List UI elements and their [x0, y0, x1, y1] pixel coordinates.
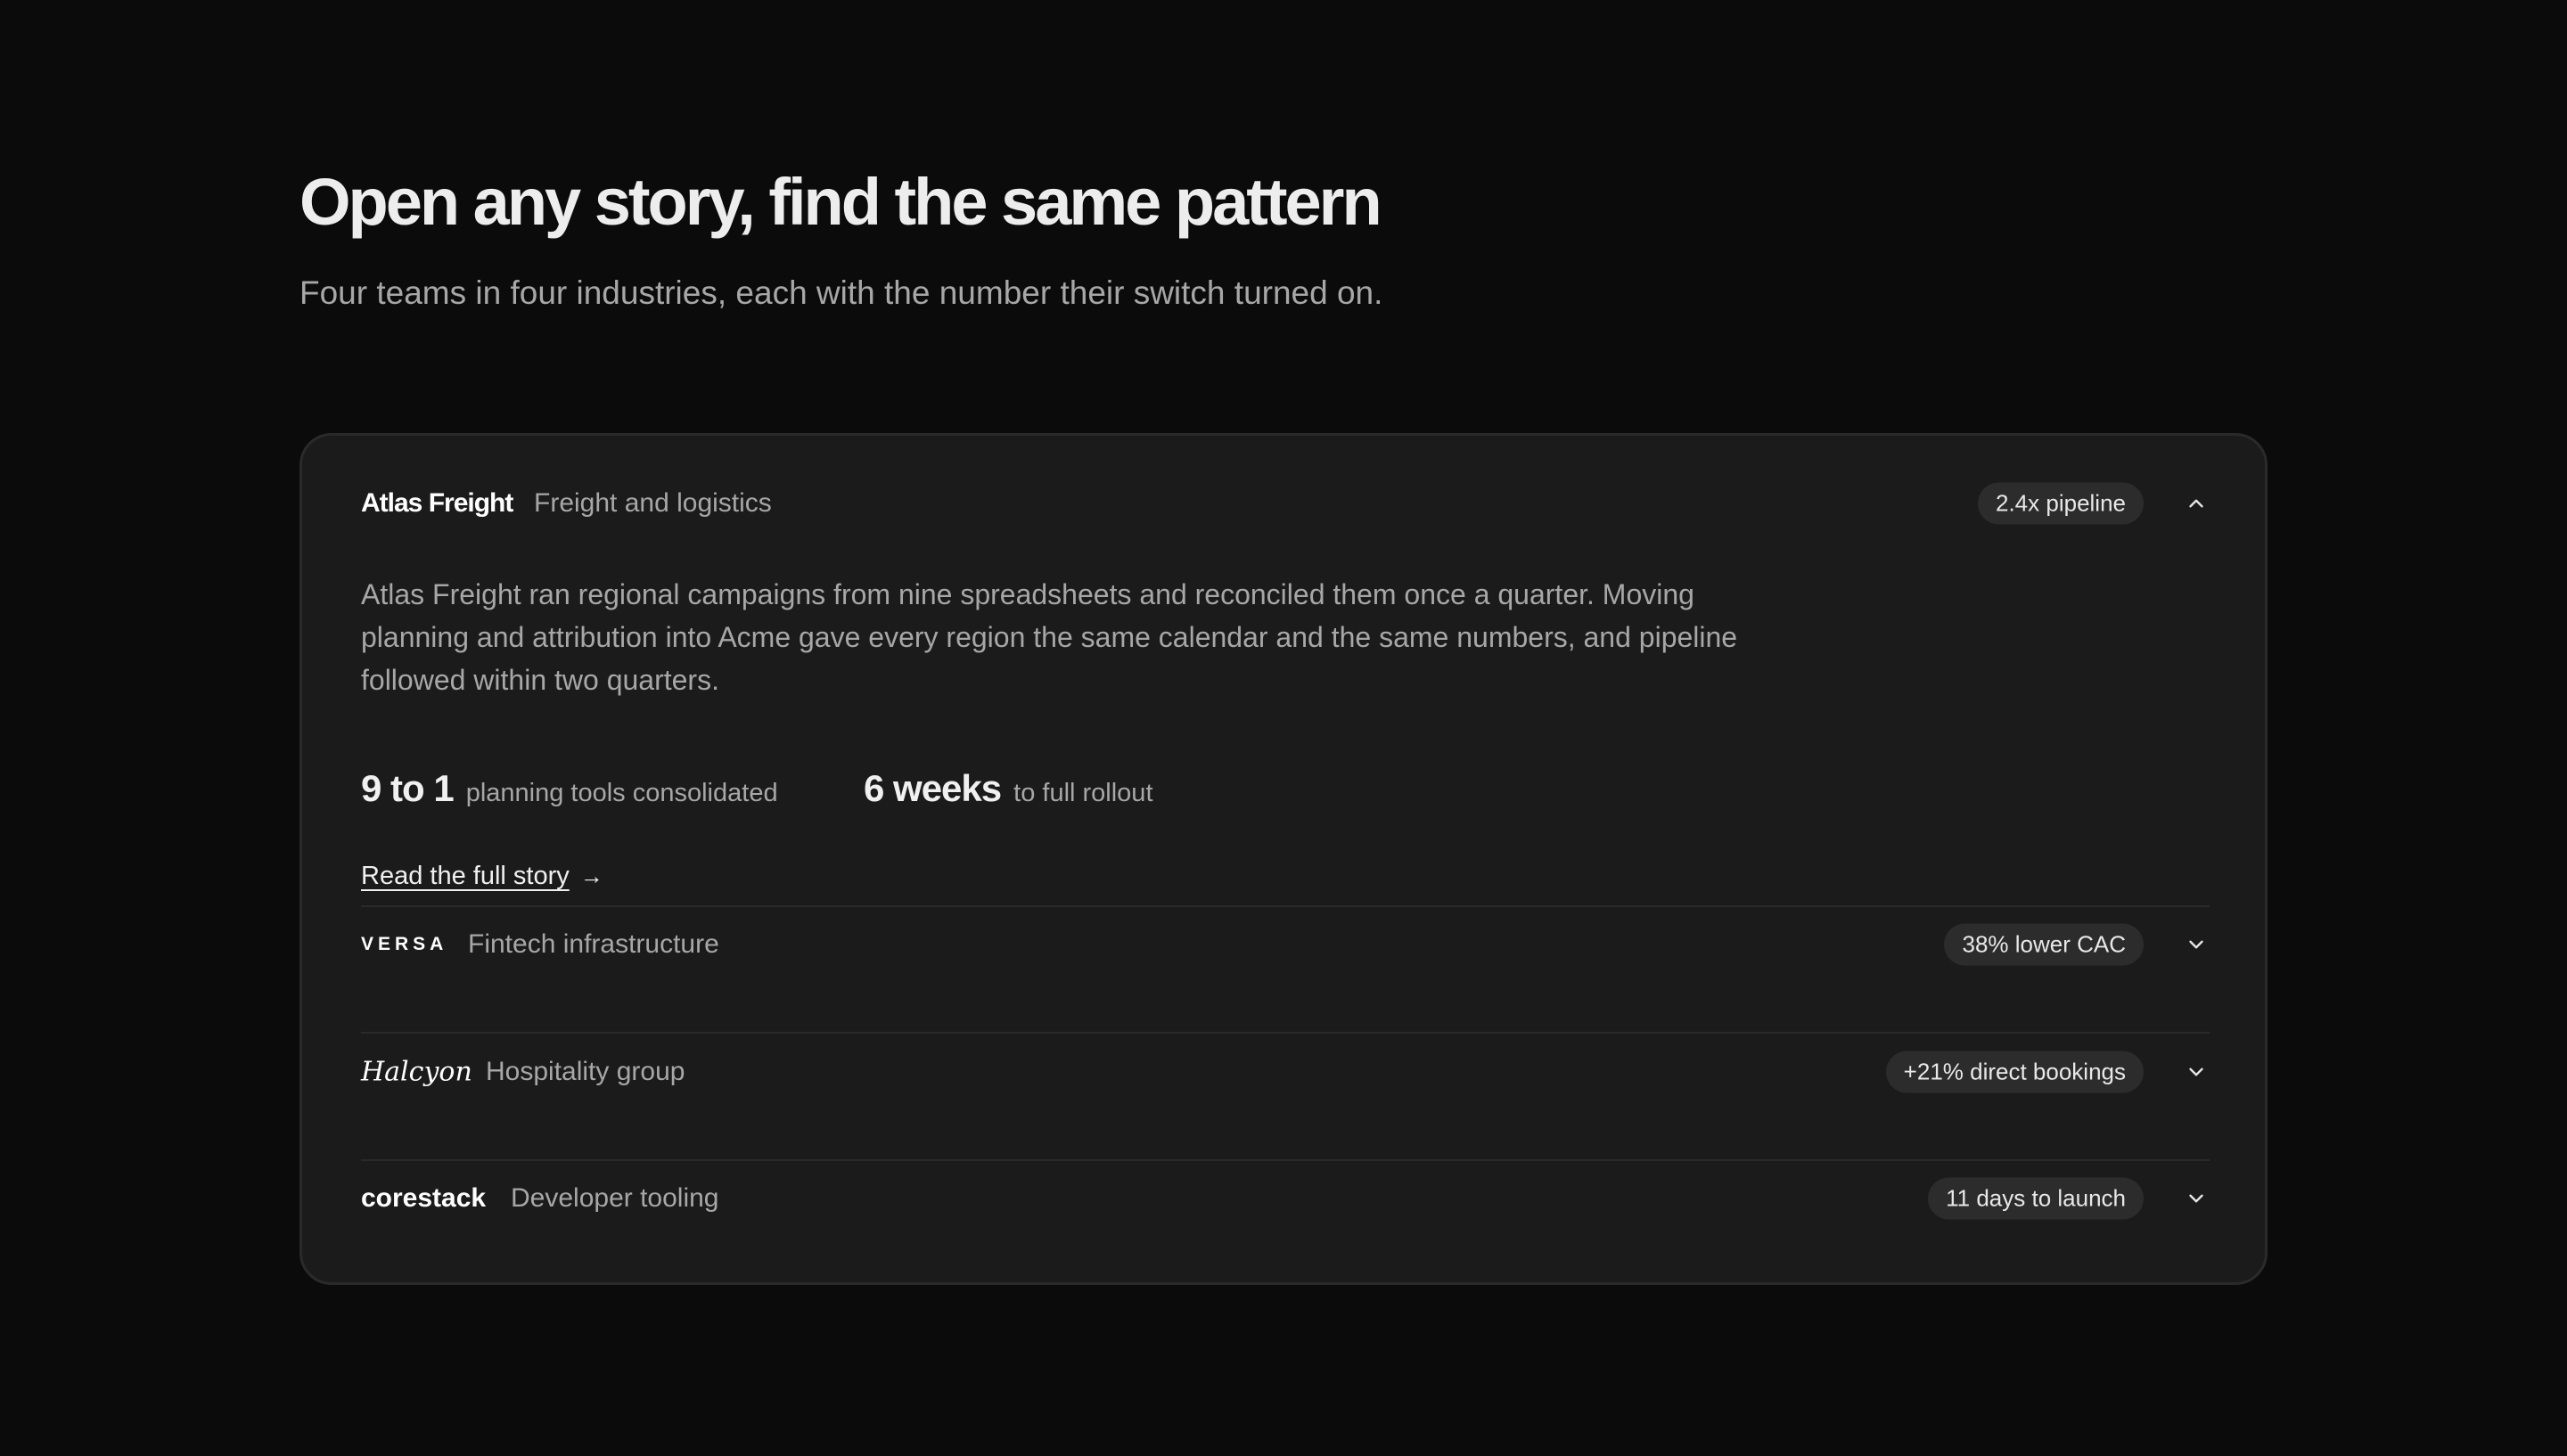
stat-value: 6 weeks — [864, 767, 1002, 809]
story-metric-badge: +21% direct bookings — [1885, 1051, 2144, 1093]
stat-label: to full rollout — [1013, 779, 1153, 807]
divider — [361, 1159, 2210, 1161]
chevron-down-icon[interactable] — [2183, 1185, 2210, 1212]
halcyon-logo: Halcyon — [361, 1056, 472, 1088]
story-item-corestack: corestack Developer tooling 11 days to l… — [361, 1172, 2210, 1225]
story-header-versa[interactable]: VERSA Fintech infrastructure 38% lower C… — [361, 918, 2210, 971]
divider — [361, 1032, 2210, 1034]
corestack-logo: corestack — [361, 1183, 487, 1213]
story-stats: 9 to 1 planning tools consolidated 6 week… — [361, 767, 1609, 821]
story-item-versa: VERSA Fintech infrastructure 38% lower C… — [361, 918, 2210, 971]
chevron-up-icon[interactable] — [2183, 490, 2210, 517]
story-metric-badge: 38% lower CAC — [1944, 923, 2144, 966]
story-industry: Freight and logistics — [534, 488, 772, 518]
chevron-down-icon[interactable] — [2183, 1059, 2210, 1085]
story-header-corestack[interactable]: corestack Developer tooling 11 days to l… — [361, 1172, 2210, 1225]
stat-rollout-time: 6 weeks to full rollout — [864, 767, 1153, 810]
story-metric-badge: 2.4x pipeline — [1978, 482, 2144, 525]
story-header-halcyon[interactable]: Halcyon Hospitality group +21% direct bo… — [361, 1045, 2210, 1099]
stat-value: 9 to 1 — [361, 767, 455, 809]
story-header-atlas-freight[interactable]: Atlas Freight Freight and logistics 2.4x… — [361, 477, 2210, 530]
stat-label: planning tools consolidated — [465, 779, 778, 807]
read-full-story-link[interactable]: Read the full story → — [361, 862, 603, 891]
divider — [361, 905, 2210, 907]
stat-tools-consolidated: 9 to 1 planning tools consolidated — [361, 767, 778, 810]
story-item-atlas-freight: Atlas Freight Freight and logistics 2.4x… — [361, 477, 2210, 890]
story-industry: Hospitality group — [486, 1057, 685, 1086]
story-body: Atlas Freight ran regional campaigns fro… — [361, 578, 1738, 696]
read-full-story-label: Read the full story — [361, 862, 570, 890]
arrow-right-icon: → — [579, 863, 603, 889]
stories-accordion: Atlas Freight Freight and logistics 2.4x… — [299, 433, 2268, 1285]
story-metric-badge: 11 days to launch — [1928, 1177, 2144, 1220]
story-industry: Developer tooling — [511, 1183, 719, 1213]
chevron-down-icon[interactable] — [2183, 931, 2210, 958]
story-item-halcyon: Halcyon Hospitality group +21% direct bo… — [361, 1045, 2210, 1099]
section-subtitle: Four teams in four industries, each with… — [299, 274, 1383, 311]
section-title: Open any story, find the same pattern — [299, 165, 1382, 239]
story-industry: Fintech infrastructure — [468, 929, 719, 959]
versa-logo: VERSA — [361, 934, 448, 954]
atlas-freight-logo: Atlas Freight — [361, 488, 513, 518]
